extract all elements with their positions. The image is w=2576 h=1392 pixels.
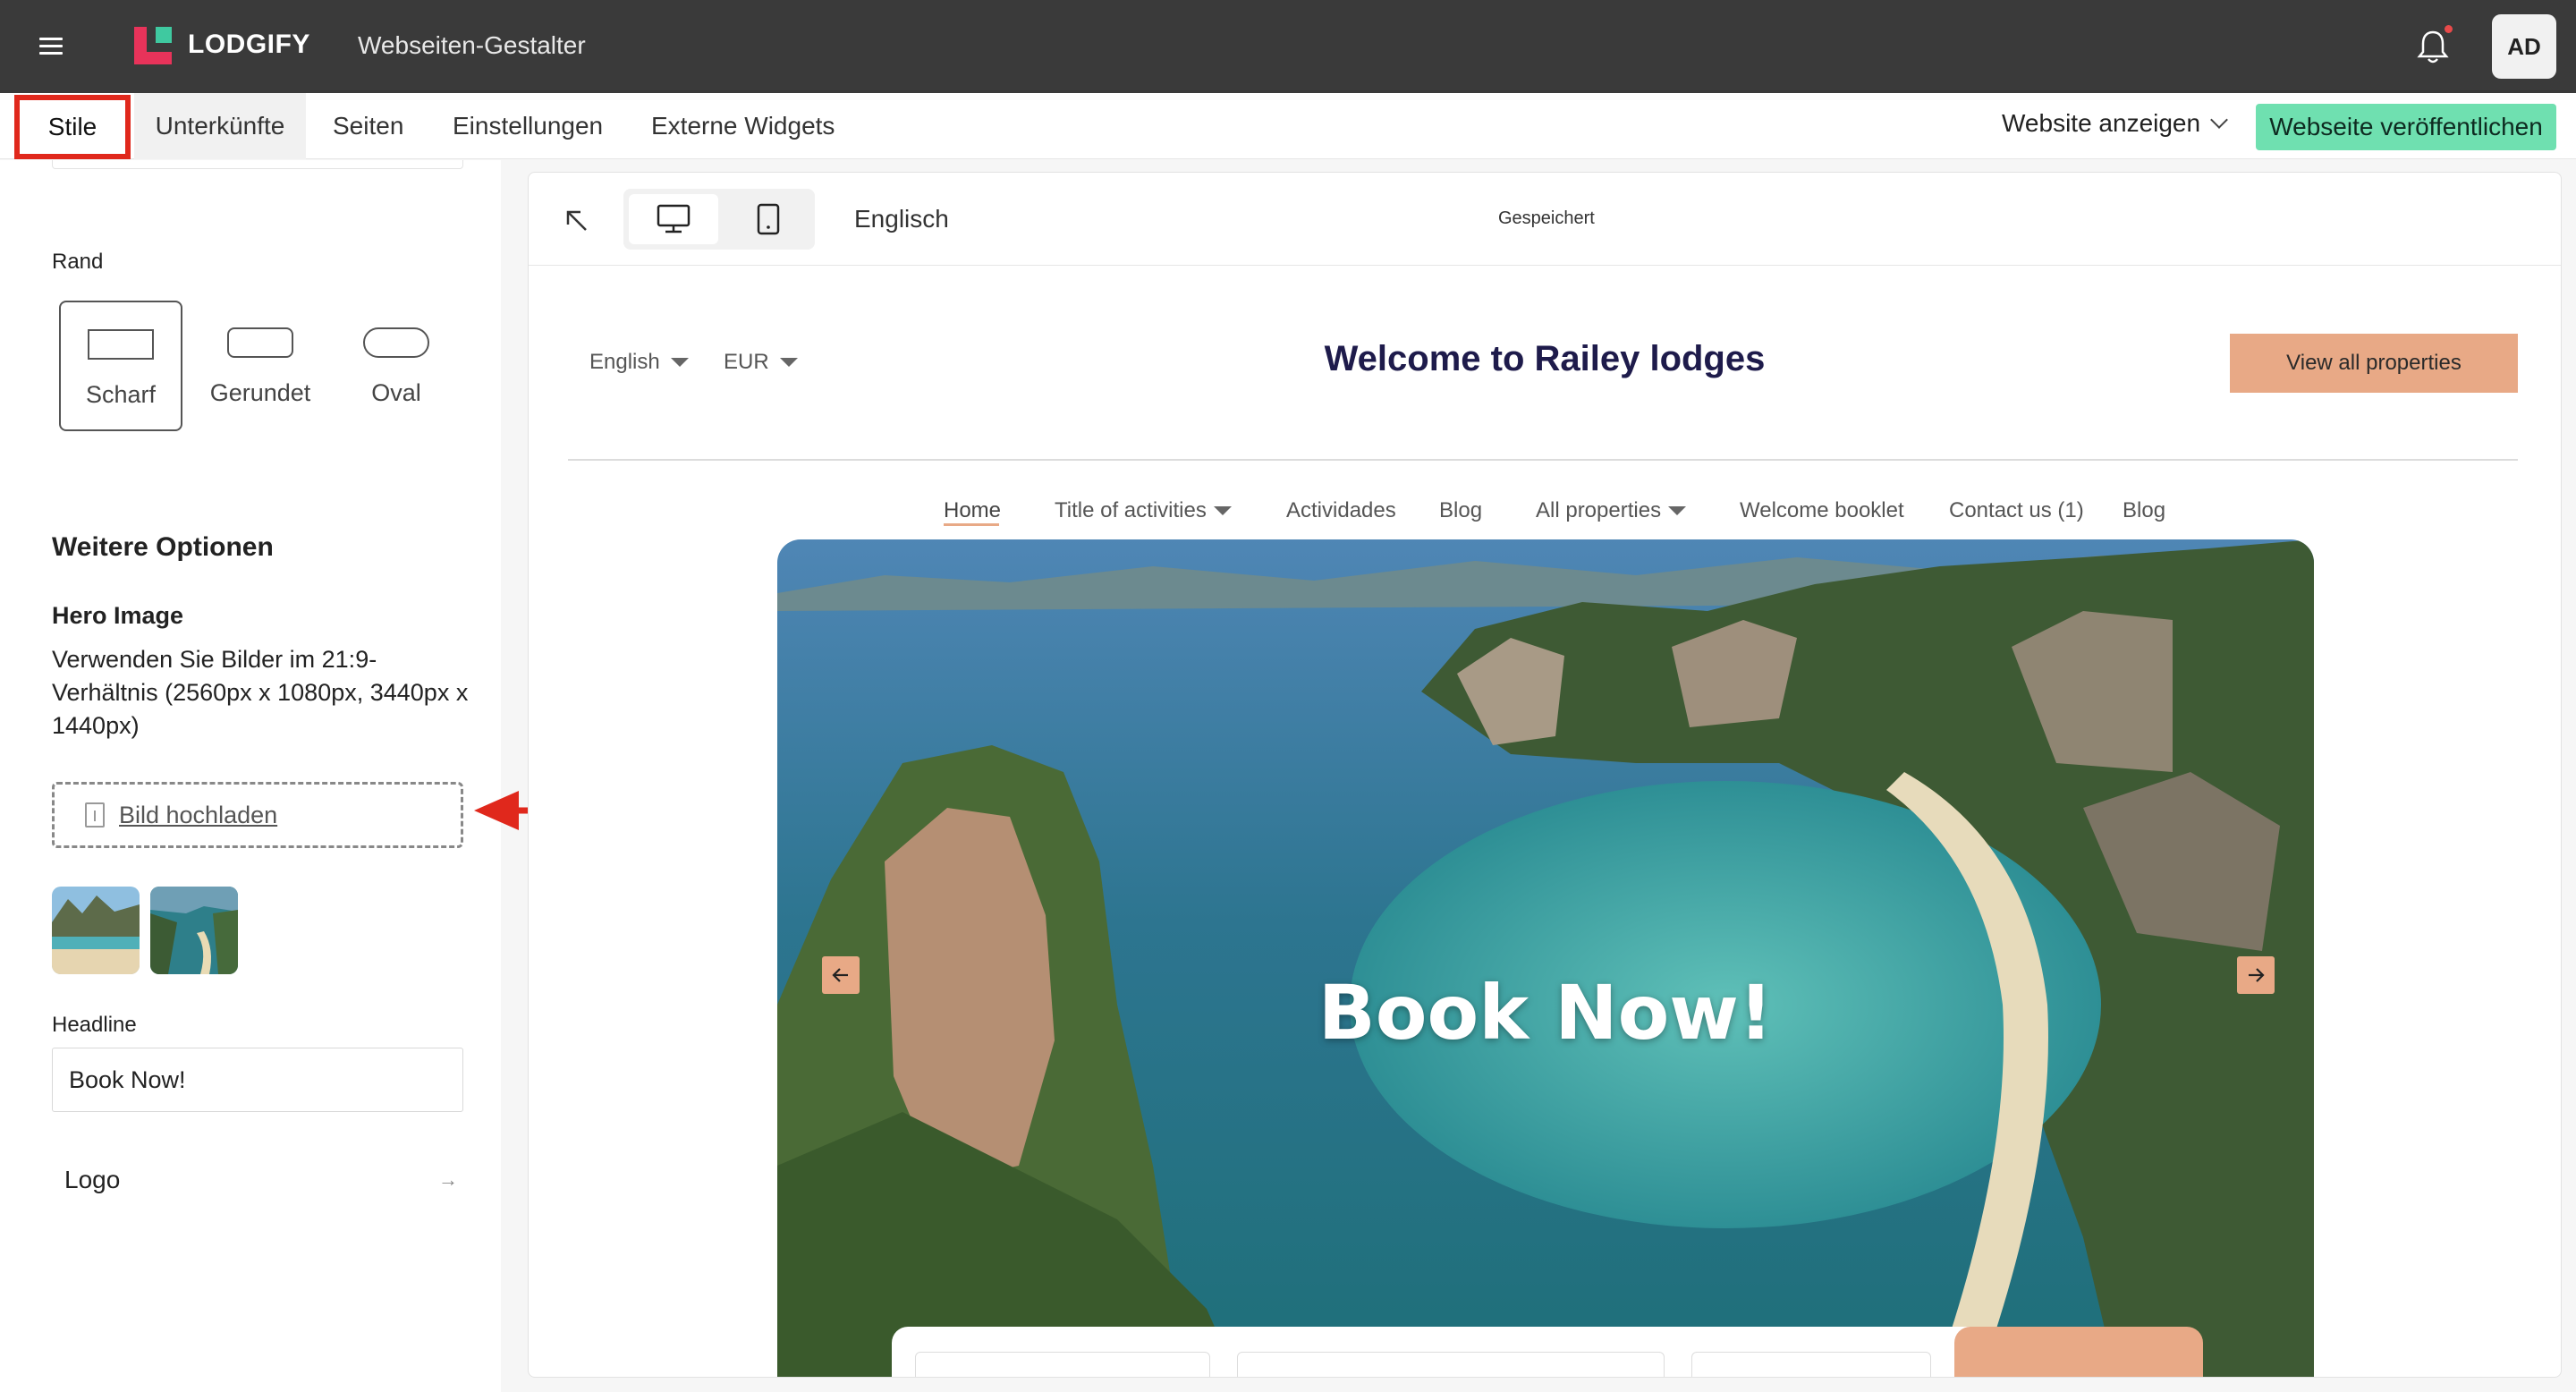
arrow-right-icon: → [438,1168,458,1191]
hero-image-title: Hero Image [52,602,184,629]
view-all-properties-button[interactable]: View all properties [2230,334,2518,393]
desktop-view-button[interactable] [629,194,718,244]
site-nav-label: All properties [1536,498,1662,522]
tab-seiten[interactable]: Seiten [333,93,403,159]
mobile-view-button[interactable] [731,194,806,244]
site-nav-welcome-booklet[interactable]: Welcome booklet [1740,493,1904,529]
device-switcher [623,189,815,250]
style-sidebar: Rand Scharf Gerundet Oval Weitere Option… [0,160,501,1392]
hero-thumbnail[interactable] [150,887,238,974]
upload-image-link[interactable]: Bild hochladen [119,802,277,829]
chevron-down-icon [2210,111,2228,129]
tab-einstellungen[interactable]: Einstellungen [453,93,603,159]
site-nav-blog-2[interactable]: Blog [2123,493,2165,529]
logo-label: Logo [64,1166,121,1193]
hero-headline: Book Now! [1318,969,1774,1057]
oval-shape-icon [363,327,429,358]
booking-dates-field[interactable] [1237,1352,1665,1377]
avatar[interactable]: AD [2492,14,2556,79]
top-bar: LODGIFY Webseiten-Gestalter AD [0,0,2576,93]
border-label: Rand [52,250,104,274]
active-nav-underline [944,523,999,526]
site-nav-activities[interactable]: Title of activities [1055,493,1232,529]
hero-banner: Book Now! [777,539,2314,1377]
bay-thumbnail-image [150,887,238,974]
main-tabs: Stile Unterkünfte Seiten Einstellungen E… [0,93,2576,159]
border-option-sharp[interactable]: Scharf [59,301,182,431]
publish-button[interactable]: Webseite veröffentlichen [2256,104,2556,150]
hero-image-description: Verwenden Sie Bilder im 21:9-Verhältnis … [52,646,469,739]
border-option-label: Scharf [85,381,157,408]
beach-thumbnail-image [52,887,140,974]
brand-name: LODGIFY [188,30,310,59]
tab-stile[interactable]: Stile [14,95,131,159]
hero-thumbnail[interactable] [52,887,140,974]
previous-section-edge [52,160,463,169]
language-selector[interactable]: Englisch [854,205,949,233]
mobile-icon [757,203,780,235]
sharp-shape-icon [88,329,154,360]
upload-image-dropzone[interactable]: Bild hochladen [52,782,463,848]
site-header-divider [568,459,2518,461]
menu-icon[interactable] [39,38,63,55]
preview-canvas: Englisch Gespeichert English EUR Welcome… [528,172,2562,1378]
file-upload-icon [85,802,105,828]
save-status: Gespeichert [1498,208,1595,228]
collapse-arrow-icon[interactable] [564,208,589,233]
view-site-label: Website anzeigen [2002,109,2201,137]
hero-landscape-image [777,539,2314,1377]
desktop-icon [657,204,691,233]
caret-down-icon [1213,506,1232,515]
lodgify-logo-icon [134,27,172,64]
view-site-dropdown[interactable]: Website anzeigen [2002,109,2228,138]
site-nav-contact[interactable]: Contact us (1) [1949,493,2084,529]
rounded-shape-icon [227,327,293,358]
headline-input[interactable] [52,1048,463,1112]
border-option-label: Oval [371,379,421,406]
canvas-toolbar: Englisch Gespeichert [529,173,2561,266]
site-nav-actividades[interactable]: Actividades [1286,493,1396,529]
border-option-label: Gerundet [209,379,311,406]
booking-search-button[interactable] [1954,1327,2203,1377]
booking-location-field[interactable] [915,1352,1210,1377]
booking-bar [892,1327,2203,1377]
logo-settings-link[interactable]: Logo → [52,1158,463,1202]
border-option-rounded[interactable]: Gerundet [199,301,322,431]
app-title: Webseiten-Gestalter [358,31,586,59]
notification-bell-icon[interactable] [2415,27,2451,66]
tab-externe-widgets[interactable]: Externe Widgets [651,93,835,159]
site-nav-label: Title of activities [1055,498,1207,522]
site-nav-all-properties[interactable]: All properties [1536,493,1687,529]
more-options-title: Weitere Optionen [52,532,274,562]
border-option-oval[interactable]: Oval [335,301,458,431]
caret-down-icon [1668,506,1687,515]
site-nav-blog[interactable]: Blog [1439,493,1482,529]
headline-label: Headline [52,1013,137,1037]
notification-dot [2445,25,2453,33]
tab-unterkuenfte[interactable]: Unterkünfte [134,93,306,159]
booking-guests-field[interactable] [1691,1352,1931,1377]
